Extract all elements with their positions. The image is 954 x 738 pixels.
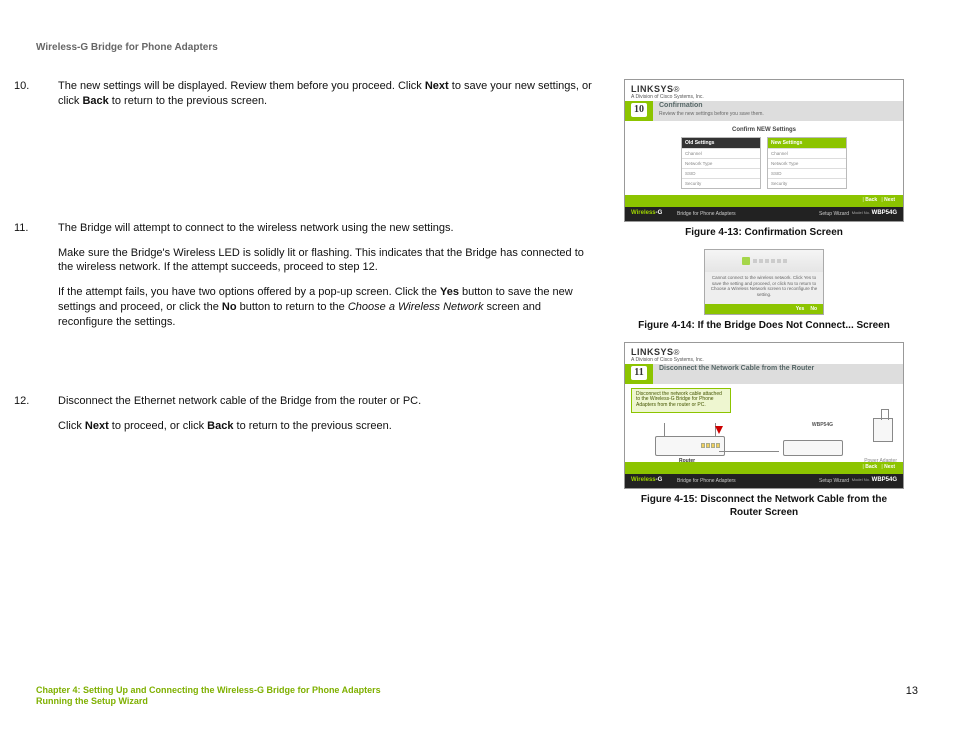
power-adapter-icon [873,418,893,442]
linksys-logo: LINKSYS [631,84,674,94]
step-11-p2: Make sure the Bridge's Wireless LED is s… [58,246,596,276]
left-column: 10.The new settings will be displayed. R… [36,79,596,529]
step-11-p3: If the attempt fails, you have two optio… [58,285,596,330]
old-settings-table: Old Settings Channel Network Type SSID S… [681,137,761,189]
hourglass-icon [742,257,750,265]
bridge-icon [783,440,843,456]
section-title: Running the Setup Wizard [36,696,918,708]
wizard-step-badge: 11 [631,366,647,380]
step-number: 11. [36,221,58,236]
right-column: LINKSYS® A Division of Cisco Systems, In… [614,79,914,529]
page-footer: Chapter 4: Setting Up and Connecting the… [36,685,918,708]
figure-4-14-caption: Figure 4-14: If the Bridge Does Not Conn… [614,319,914,332]
page-header: Wireless-G Bridge for Phone Adapters [36,42,918,53]
step-12: 12.Disconnect the Ethernet network cable… [36,394,596,434]
step-11: 11.The Bridge will attempt to connect to… [36,221,596,330]
step-12-p2: Click Next to proceed, or click Back to … [58,419,596,434]
wizard-step-badge: 10 [631,103,647,117]
page-number: 13 [906,685,918,697]
figure-4-13-caption: Figure 4-13: Confirmation Screen [614,226,914,239]
step-number: 12. [36,394,58,409]
manual-page: Wireless-G Bridge for Phone Adapters 10.… [0,0,954,738]
linksys-logo: LINKSYS [631,347,674,357]
figure-4-14-thumbnail: Cannot connect to the wireless network. … [704,249,824,315]
content-columns: 10.The new settings will be displayed. R… [36,79,918,529]
figure-4-15-thumbnail: LINKSYS® A Division of Cisco Systems, In… [624,342,904,489]
new-settings-table: New Settings Channel Network Type SSID S… [767,137,847,189]
figure-4-13-thumbnail: LINKSYS® A Division of Cisco Systems, In… [624,79,904,222]
step-10: 10.The new settings will be displayed. R… [36,79,596,109]
figure-4-15-caption: Figure 4-15: Disconnect the Network Cabl… [614,493,914,519]
disconnect-arrow-icon [715,426,723,434]
step-number: 10. [36,79,58,94]
chapter-title: Chapter 4: Setting Up and Connecting the… [36,685,918,697]
instruction-callout: Disconnect the network cable attached to… [631,388,731,413]
router-icon [655,436,725,456]
